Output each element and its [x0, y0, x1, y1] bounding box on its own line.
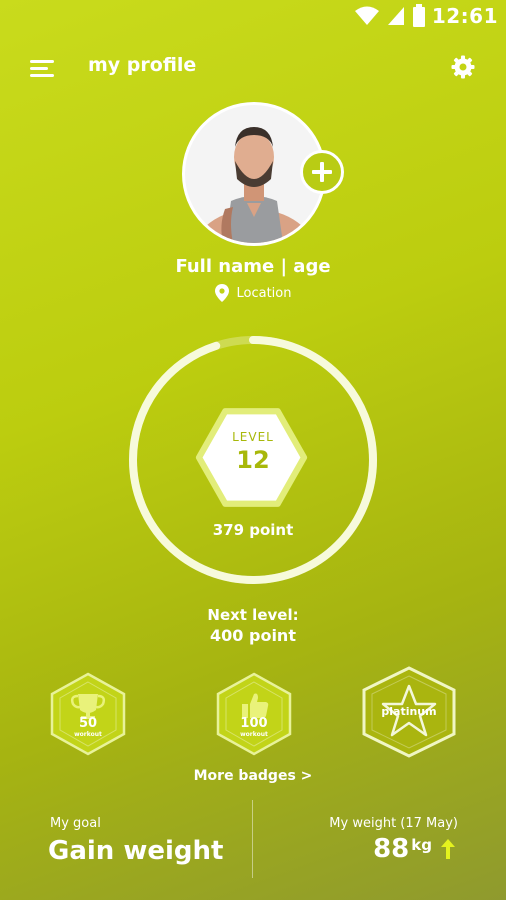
weight-unit: kg [411, 836, 432, 854]
badge-subtext: workout [240, 731, 268, 738]
profile-location: Location [0, 284, 506, 302]
menu-button[interactable] [30, 56, 58, 80]
badge-50-workout[interactable]: 50 workout [48, 672, 128, 756]
battery-icon [412, 4, 425, 27]
badge-number: 100 [240, 716, 268, 731]
status-time: 12:61 [431, 4, 498, 28]
weight-value[interactable]: 88 kg [373, 834, 456, 864]
current-points: 379 point [212, 521, 294, 539]
weight-number: 88 [373, 834, 410, 864]
weight-label: My weight (17 May) [329, 816, 458, 831]
status-bar: 12:61 [0, 0, 506, 34]
level-number: 12 [236, 446, 270, 474]
gear-icon [451, 55, 475, 79]
bottom-divider [252, 800, 253, 878]
next-level-value: 400 point [210, 626, 296, 645]
more-badges-link[interactable]: More badges > [0, 768, 506, 784]
goal-value[interactable]: Gain weight [48, 836, 223, 866]
badge-label: platinum [381, 705, 437, 718]
settings-button[interactable] [450, 54, 476, 80]
hexagon-badge-frame [50, 672, 126, 756]
arrow-up-icon [441, 839, 455, 859]
badge-100-workout[interactable]: 100 workout [214, 672, 294, 756]
level-label: LEVEL [232, 430, 274, 444]
badge-subtext: workout [74, 731, 102, 738]
app-bar: my profile [0, 44, 506, 92]
profile-name: Full name | age [175, 256, 331, 277]
location-text: Location [236, 285, 292, 301]
signal-icon [387, 7, 404, 25]
page-title: my profile [88, 54, 197, 76]
wifi-icon [354, 6, 379, 25]
location-pin-icon [214, 284, 229, 302]
badge-platinum[interactable]: platinum [360, 666, 458, 758]
add-photo-button[interactable] [300, 150, 344, 194]
hexagon-badge-frame [216, 672, 292, 756]
badge-number: 50 [78, 716, 98, 731]
next-level-label: Next level: [207, 606, 299, 624]
status-icons: 12:61 [354, 4, 498, 28]
goal-label: My goal [50, 816, 101, 831]
profile-avatar-section [182, 102, 344, 246]
plus-icon [312, 162, 332, 182]
